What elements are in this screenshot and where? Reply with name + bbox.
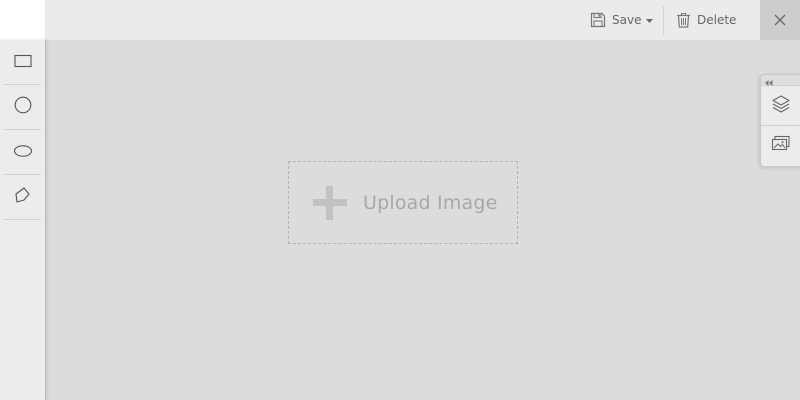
upload-image-button[interactable]: Upload Image <box>288 161 518 244</box>
close-icon <box>774 11 786 30</box>
layers-icon <box>771 94 791 118</box>
double-chevron-left-icon <box>765 75 773 90</box>
polygon-tool[interactable] <box>4 175 41 220</box>
top-toolbar: Save Delete <box>0 0 800 40</box>
toolbar-divider <box>663 6 664 35</box>
layers-button[interactable] <box>761 86 800 126</box>
shape-toolbar <box>0 40 46 400</box>
delete-button[interactable]: Delete <box>676 0 746 40</box>
panel-collapse-toggle[interactable] <box>761 75 800 86</box>
images-icon <box>771 135 791 157</box>
circle-icon <box>14 96 32 118</box>
rectangle-icon <box>13 53 32 72</box>
save-icon <box>590 12 606 28</box>
plus-icon <box>313 185 347 220</box>
ellipse-tool[interactable] <box>4 130 41 175</box>
ellipse-icon <box>13 143 33 162</box>
close-button[interactable] <box>760 0 800 40</box>
circle-tool[interactable] <box>4 85 41 130</box>
rectangle-tool[interactable] <box>4 40 41 85</box>
chevron-down-icon <box>646 19 654 23</box>
polygon-icon <box>14 186 32 208</box>
toolbar-corner <box>0 0 45 40</box>
right-panel <box>760 74 800 167</box>
trash-icon <box>676 12 691 28</box>
upload-label: Upload Image <box>363 191 498 214</box>
editor-app: Save Delete Upload Image <box>0 0 800 400</box>
delete-label: Delete <box>697 13 737 27</box>
save-label: Save <box>612 13 642 27</box>
save-button[interactable]: Save <box>590 0 660 40</box>
images-button[interactable] <box>761 126 800 165</box>
